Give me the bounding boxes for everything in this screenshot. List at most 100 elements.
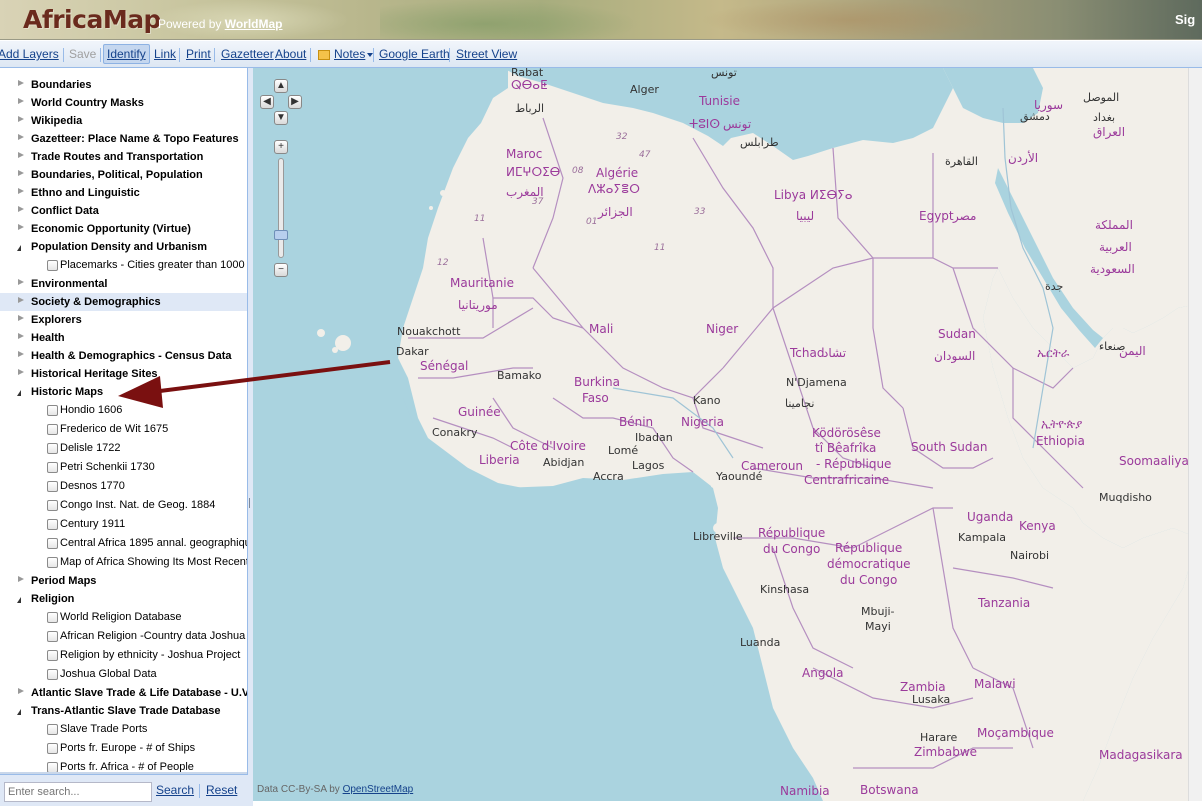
layer-checkbox[interactable]: [47, 443, 58, 454]
tree-node-expanded[interactable]: Population Density and Urbanism: [0, 238, 247, 256]
layer-checkbox[interactable]: [47, 519, 58, 530]
layer-item[interactable]: Congo Inst. Nat. de Geog. 1884: [0, 496, 247, 515]
layer-checkbox[interactable]: [47, 631, 58, 642]
zoom-in-button[interactable]: +: [274, 140, 288, 154]
worldmap-link[interactable]: WorldMap: [225, 17, 283, 31]
zoom-out-button[interactable]: −: [274, 263, 288, 277]
layer-item[interactable]: Desnos 1770: [0, 477, 247, 496]
notes-dropdown[interactable]: Notes: [334, 47, 374, 61]
zoom-slider-handle[interactable]: [274, 230, 288, 240]
layer-item[interactable]: Petri Schenkii 1730: [0, 458, 247, 477]
tree-node[interactable]: Period Maps: [0, 572, 247, 590]
layer-checkbox[interactable]: [47, 500, 58, 511]
map-vertical-scrollbar[interactable]: [1188, 68, 1202, 801]
pan-right-button[interactable]: ▶: [288, 95, 302, 109]
layer-checkbox[interactable]: [47, 538, 58, 549]
tree-node[interactable]: Atlantic Slave Trade & Life Database - U…: [0, 684, 247, 702]
street-view-button[interactable]: Street View: [456, 47, 517, 61]
map-canvas[interactable]: Rabat ⵕⴱⴰⵟ الرباط تونس Alger Tunisie ⵜⵓⵏⵙ تونس ط…: [253, 68, 1202, 801]
tree-node[interactable]: Explorers: [0, 311, 247, 329]
identify-button[interactable]: Identify: [103, 44, 150, 64]
layer-checkbox[interactable]: [47, 724, 58, 735]
layer-item[interactable]: Delisle 1722: [0, 439, 247, 458]
layer-checkbox[interactable]: [47, 669, 58, 680]
collapse-arrow-icon[interactable]: [17, 390, 21, 396]
gazetteer-button[interactable]: Gazetteer: [221, 47, 274, 61]
tree-node[interactable]: Boundaries: [0, 76, 247, 94]
zoom-slider-track[interactable]: [278, 158, 284, 258]
tree-node[interactable]: Economic Opportunity (Virtue): [0, 220, 247, 238]
layer-checkbox[interactable]: [47, 260, 58, 271]
expand-arrow-icon[interactable]: [18, 688, 24, 694]
tree-node[interactable]: Historical Heritage Sites: [0, 365, 247, 383]
layer-item[interactable]: Religion by ethnicity - Joshua Project: [0, 646, 247, 665]
layer-checkbox[interactable]: [47, 612, 58, 623]
expand-arrow-icon[interactable]: [18, 170, 24, 176]
layer-item[interactable]: Joshua Global Data: [0, 665, 247, 684]
tree-node[interactable]: Health & Demographics - Census Data: [0, 347, 247, 365]
expand-arrow-icon[interactable]: [18, 315, 24, 321]
collapse-arrow-icon[interactable]: [17, 709, 21, 715]
expand-arrow-icon[interactable]: [18, 80, 24, 86]
pan-left-button[interactable]: ◀: [260, 95, 274, 109]
tree-node[interactable]: Trade Routes and Transportation: [0, 148, 247, 166]
collapse-arrow-icon[interactable]: [17, 597, 21, 603]
expand-arrow-icon[interactable]: [18, 351, 24, 357]
layer-item[interactable]: African Religion -Country data Joshua: [0, 627, 247, 646]
expand-arrow-icon[interactable]: [18, 369, 24, 375]
layer-item[interactable]: Century 1911: [0, 515, 247, 534]
expand-arrow-icon[interactable]: [18, 224, 24, 230]
search-button[interactable]: Search: [156, 783, 194, 797]
expand-arrow-icon[interactable]: [18, 333, 24, 339]
layer-item[interactable]: Central Africa 1895 annal. geographique: [0, 534, 247, 553]
expand-arrow-icon[interactable]: [18, 116, 24, 122]
layer-item[interactable]: World Religion Database: [0, 608, 247, 627]
reset-button[interactable]: Reset: [206, 783, 237, 797]
expand-arrow-icon[interactable]: [18, 206, 24, 212]
layer-checkbox[interactable]: [47, 424, 58, 435]
tree-node[interactable]: Gazetteer: Place Name & Topo Features: [0, 130, 247, 148]
tree-node[interactable]: Conflict Data: [0, 202, 247, 220]
layer-checkbox[interactable]: [47, 405, 58, 416]
tree-node-expanded[interactable]: Religion: [0, 590, 247, 608]
tree-node[interactable]: Environmental: [0, 275, 247, 293]
tree-node[interactable]: Health: [0, 329, 247, 347]
tree-node[interactable]: Boundaries, Political, Population: [0, 166, 247, 184]
notes-icon[interactable]: [318, 50, 330, 60]
tree-node[interactable]: Ethno and Linguistic: [0, 184, 247, 202]
about-button[interactable]: About: [275, 47, 306, 61]
layer-item[interactable]: Frederico de Wit 1675: [0, 420, 247, 439]
add-layers-button[interactable]: Add Layers: [0, 47, 59, 61]
layer-checkbox[interactable]: [47, 650, 58, 661]
expand-arrow-icon[interactable]: [18, 576, 24, 582]
layer-checkbox[interactable]: [47, 743, 58, 754]
save-button[interactable]: Save: [69, 47, 96, 61]
print-button[interactable]: Print: [186, 47, 211, 61]
sign-in-link[interactable]: Sig: [1175, 12, 1195, 27]
layer-checkbox[interactable]: [47, 557, 58, 568]
google-earth-button[interactable]: Google Earth: [379, 47, 450, 61]
collapse-arrow-icon[interactable]: [17, 245, 21, 251]
expand-arrow-icon[interactable]: [18, 279, 24, 285]
layer-item[interactable]: Slave Trade Ports: [0, 720, 247, 739]
layer-item[interactable]: Ports fr. Europe - # of Ships: [0, 739, 247, 758]
expand-arrow-icon[interactable]: [18, 134, 24, 140]
layer-item[interactable]: Hondio 1606: [0, 401, 247, 420]
tree-node-expanded[interactable]: Historic Maps: [0, 383, 247, 401]
tree-node-expanded[interactable]: Trans-Atlantic Slave Trade Database: [0, 702, 247, 720]
tree-node-selected[interactable]: Society & Demographics: [0, 293, 247, 311]
tree-node[interactable]: Wikipedia: [0, 112, 247, 130]
layer-item[interactable]: Map of Africa Showing Its Most Recent: [0, 553, 247, 572]
layer-item[interactable]: Placemarks - Cities greater than 1000: [0, 256, 247, 275]
expand-arrow-icon[interactable]: [18, 98, 24, 104]
layer-checkbox[interactable]: [47, 462, 58, 473]
expand-arrow-icon[interactable]: [18, 297, 24, 303]
layer-checkbox[interactable]: [47, 481, 58, 492]
openstreetmap-link[interactable]: OpenStreetMap: [343, 784, 414, 795]
pan-up-button[interactable]: ▲: [274, 79, 288, 93]
expand-arrow-icon[interactable]: [18, 188, 24, 194]
link-button[interactable]: Link: [154, 47, 176, 61]
pan-down-button[interactable]: ▼: [274, 111, 288, 125]
tree-node[interactable]: World Country Masks: [0, 94, 247, 112]
expand-arrow-icon[interactable]: [18, 152, 24, 158]
